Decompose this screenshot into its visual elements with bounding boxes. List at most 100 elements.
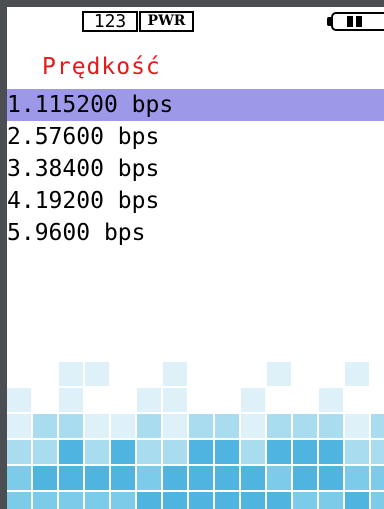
mosaic-tile bbox=[189, 388, 213, 412]
battery-cell bbox=[347, 16, 353, 27]
mosaic-tile bbox=[215, 440, 239, 464]
menu-item-label: 115200 bps bbox=[34, 92, 174, 118]
mosaic-tile bbox=[267, 492, 291, 509]
mosaic-tile bbox=[189, 440, 213, 464]
mosaic-tile bbox=[7, 388, 31, 412]
mosaic-tile bbox=[215, 466, 239, 490]
menu-item-57600[interactable]: 2.57600 bps bbox=[7, 121, 384, 153]
mosaic-tile bbox=[267, 362, 291, 386]
mosaic-tile bbox=[319, 466, 343, 490]
menu-item-9600[interactable]: 5.9600 bps bbox=[7, 217, 384, 249]
mosaic-tile bbox=[111, 388, 135, 412]
mosaic-tile bbox=[137, 414, 161, 438]
input-mode-badge: 123 bbox=[82, 11, 138, 32]
mosaic-tile bbox=[189, 362, 213, 386]
battery-cell bbox=[356, 16, 362, 27]
mosaic-tile bbox=[371, 466, 384, 490]
lcd-screen: 123 PWR Prędkość 1.115200 bps 2.57600 bp… bbox=[7, 7, 384, 509]
mosaic-tile bbox=[33, 388, 57, 412]
mosaic-tile bbox=[137, 492, 161, 509]
mosaic-tile bbox=[111, 414, 135, 438]
menu-item-number: 4. bbox=[7, 188, 35, 214]
mosaic-tile bbox=[163, 466, 187, 490]
mosaic-tile bbox=[33, 414, 57, 438]
menu-item-19200[interactable]: 4.19200 bps bbox=[7, 185, 384, 217]
status-bar: 123 PWR bbox=[7, 7, 384, 37]
mosaic-tile bbox=[215, 414, 239, 438]
menu-item-number: 3. bbox=[7, 156, 35, 182]
mosaic-tile bbox=[371, 362, 384, 386]
mosaic-tile bbox=[85, 414, 109, 438]
menu-item-115200[interactable]: 1.115200 bps bbox=[7, 89, 384, 121]
mosaic-tile bbox=[319, 362, 343, 386]
mosaic-tile bbox=[7, 466, 31, 490]
menu-item-number: 5. bbox=[7, 220, 35, 246]
menu-item-38400[interactable]: 3.38400 bps bbox=[7, 153, 384, 185]
mosaic-tile bbox=[163, 414, 187, 438]
battery-icon bbox=[327, 12, 384, 31]
mosaic-tile bbox=[59, 362, 83, 386]
mosaic-tile bbox=[111, 440, 135, 464]
mosaic-tile bbox=[189, 466, 213, 490]
mosaic-tile bbox=[59, 388, 83, 412]
mosaic-tile bbox=[215, 492, 239, 509]
mosaic-tile bbox=[293, 388, 317, 412]
mosaic-tile bbox=[371, 492, 384, 509]
mosaic-tile bbox=[137, 440, 161, 464]
menu-item-label: 38400 bps bbox=[34, 156, 160, 182]
mosaic-tile bbox=[163, 362, 187, 386]
mosaic-tile bbox=[345, 388, 369, 412]
menu-item-number: 2. bbox=[7, 124, 35, 150]
mosaic-tile bbox=[137, 466, 161, 490]
mosaic-tile bbox=[267, 388, 291, 412]
mosaic-tile bbox=[7, 492, 31, 509]
mosaic-tile bbox=[85, 492, 109, 509]
page-title: Prędkość bbox=[42, 54, 161, 80]
mosaic-tile bbox=[345, 362, 369, 386]
mosaic-tile bbox=[215, 362, 239, 386]
mosaic-tile bbox=[85, 466, 109, 490]
mosaic-tile bbox=[33, 466, 57, 490]
mosaic-tile bbox=[345, 466, 369, 490]
mosaic-tile bbox=[241, 362, 265, 386]
mosaic-tile bbox=[137, 388, 161, 412]
mosaic-tile bbox=[241, 388, 265, 412]
mosaic-tile bbox=[7, 414, 31, 438]
mosaic-tile bbox=[7, 362, 31, 386]
mosaic-tile bbox=[163, 440, 187, 464]
mosaic-tile bbox=[111, 466, 135, 490]
mosaic-tile bbox=[33, 440, 57, 464]
menu-item-label: 57600 bps bbox=[34, 124, 160, 150]
mosaic-tile bbox=[345, 492, 369, 509]
mosaic-tile bbox=[59, 414, 83, 438]
mosaic-tile bbox=[163, 388, 187, 412]
mosaic-tile bbox=[371, 388, 384, 412]
mosaic-tile bbox=[215, 388, 239, 412]
mosaic-tile bbox=[371, 440, 384, 464]
mosaic-tile bbox=[241, 414, 265, 438]
mosaic-tile bbox=[85, 388, 109, 412]
mosaic-tile bbox=[319, 414, 343, 438]
mosaic-tile bbox=[345, 414, 369, 438]
mosaic-tile bbox=[267, 466, 291, 490]
menu-item-label: 19200 bps bbox=[34, 188, 160, 214]
mosaic-tile bbox=[85, 362, 109, 386]
mosaic-tile bbox=[293, 414, 317, 438]
device-bezel: 123 PWR Prędkość 1.115200 bps 2.57600 bp… bbox=[0, 0, 384, 509]
mosaic-tile bbox=[293, 362, 317, 386]
mosaic-tile bbox=[241, 440, 265, 464]
mosaic-tile bbox=[241, 492, 265, 509]
mosaic-tile bbox=[59, 492, 83, 509]
mosaic-tile bbox=[59, 466, 83, 490]
mosaic-tile bbox=[267, 414, 291, 438]
mosaic-tile bbox=[85, 440, 109, 464]
mosaic-tile bbox=[33, 362, 57, 386]
power-badge: PWR bbox=[139, 11, 194, 32]
mosaic-tile bbox=[241, 466, 265, 490]
mosaic-tile bbox=[111, 362, 135, 386]
background-mosaic bbox=[7, 362, 384, 509]
mosaic-tile bbox=[319, 492, 343, 509]
mosaic-tile bbox=[293, 466, 317, 490]
mosaic-tile bbox=[345, 440, 369, 464]
mosaic-tile bbox=[111, 492, 135, 509]
